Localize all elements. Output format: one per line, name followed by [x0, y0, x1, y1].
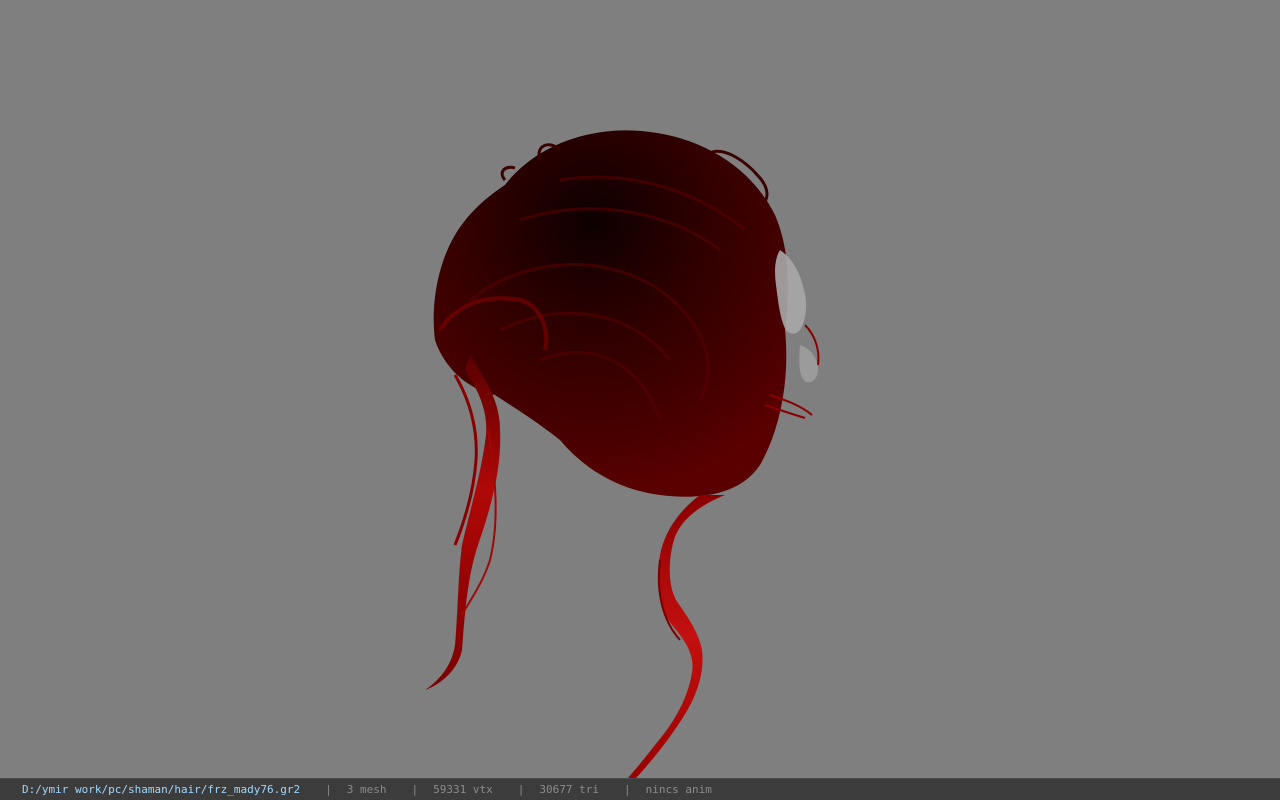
vertex-count: 59331 vtx: [433, 783, 493, 796]
status-bar: D:/ymir work/pc/shaman/hair/frz_mady76.g…: [0, 778, 1280, 800]
separator: |: [624, 783, 631, 796]
separator: |: [325, 783, 332, 796]
triangle-count: 30677 tri: [539, 783, 599, 796]
3d-viewport[interactable]: [0, 0, 1280, 778]
separator: |: [411, 783, 419, 796]
mesh-count: 3 mesh: [346, 783, 387, 796]
file-path: D:/ymir work/pc/shaman/hair/frz_mady76.g…: [22, 783, 301, 796]
separator: |: [517, 783, 525, 796]
animation-status: nincs anim: [645, 783, 712, 796]
hair-model-render: [425, 130, 820, 778]
